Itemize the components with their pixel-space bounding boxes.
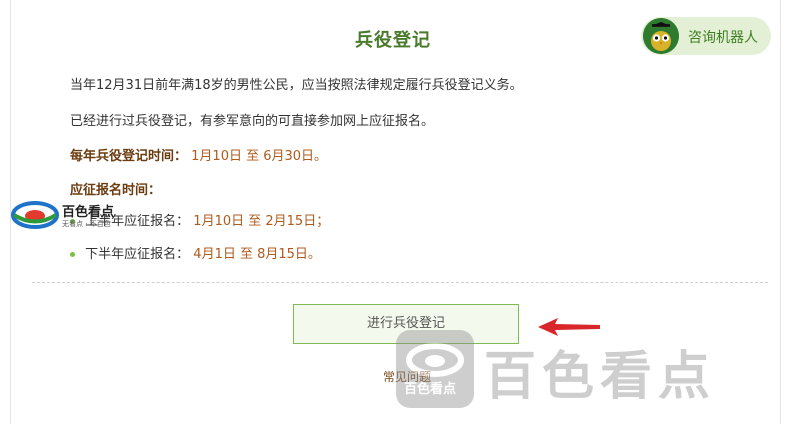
robot-button-label: 咨询机器人	[688, 30, 758, 46]
section-divider	[32, 282, 768, 283]
enlistment-hint-text: 已经进行过兵役登记，有参军意向的可直接参加网上应征报名。	[70, 114, 435, 129]
registration-time-row: 每年兵役登记时间： 1月10日 至 6月30日。	[70, 145, 327, 164]
watermark-swirl-icon	[11, 201, 59, 229]
first-half-value: 1月10日 至 2月15日；	[193, 214, 330, 229]
consult-robot-button[interactable]: 咨询机器人	[641, 17, 771, 55]
watermark-large-subtext: 百色看点	[404, 382, 457, 397]
second-half-label: 下半年应征报名：	[85, 247, 190, 262]
registration-time-label: 每年兵役登记时间：	[70, 149, 188, 164]
owl-graduate-icon	[643, 18, 679, 54]
watermark-small-subtext: 无看点 · 不百色	[62, 220, 111, 228]
watermark-logo-small: 百色看点 无看点 · 不百色	[10, 198, 130, 232]
green-dot-icon	[70, 252, 75, 257]
second-half-value: 4月1日 至 8月15日。	[193, 247, 321, 262]
watermark-small-text: 百色看点	[62, 205, 115, 220]
registration-time-value: 1月10日 至 6月30日。	[191, 149, 328, 164]
enlistment-time-heading: 应征报名时间：	[70, 183, 162, 198]
watermark-large-icon	[396, 330, 474, 408]
watermark-large-text: 百色看点	[484, 347, 717, 407]
second-half-row: 下半年应征报名： 4月1日 至 8月15日。	[70, 243, 321, 262]
watermark-logo-large: 百色看点 百色看点	[392, 326, 782, 422]
requirement-text: 当年12月31日前年满18岁的男性公民，应当按照法律规定履行兵役登记义务。	[70, 78, 523, 93]
